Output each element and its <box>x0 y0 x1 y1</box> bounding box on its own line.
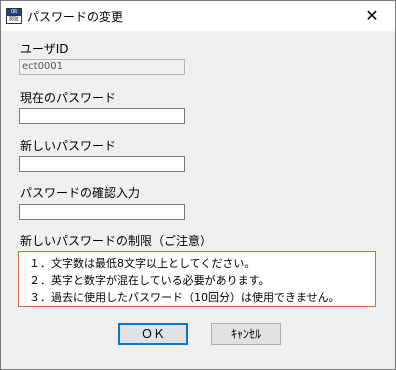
confirm-password-field[interactable] <box>19 204 185 220</box>
app-icon-top-text: QR <box>7 9 21 16</box>
password-change-dialog: QR 認証 パスワードの変更 ✕ ユーザID ect0001 現在のパスワード … <box>0 0 396 370</box>
confirm-password-label: パスワードの確認入力 <box>20 186 141 200</box>
current-password-field[interactable] <box>19 108 185 124</box>
new-password-field[interactable] <box>19 156 185 172</box>
user-id-label: ユーザID <box>20 42 69 56</box>
user-id-field: ect0001 <box>19 59 185 75</box>
rules-heading: 新しいパスワードの制限（ご注意） <box>20 234 213 248</box>
new-password-label: 新しいパスワード <box>20 139 117 153</box>
app-icon-bottom-text: 認証 <box>8 16 19 22</box>
ok-button[interactable]: ＯＫ <box>118 323 188 345</box>
rules-box: １．文字数は最低8文字以上としてください。 ２．英字と数字が混在している必要があ… <box>18 251 376 307</box>
rule-item: ３．過去に使用したパスワード（10回分）は使用できません。 <box>29 291 340 304</box>
rule-item: ２．英字と数字が混在している必要があります。 <box>29 274 270 287</box>
cancel-button[interactable]: ｷｬﾝｾﾙ <box>211 323 281 345</box>
rule-item: １．文字数は最低8文字以上としてください。 <box>29 257 256 270</box>
title-bar[interactable]: QR 認証 パスワードの変更 ✕ <box>1 1 395 31</box>
current-password-label: 現在のパスワード <box>20 91 117 105</box>
app-icon: QR 認証 <box>6 8 22 24</box>
window-title: パスワードの変更 <box>27 10 124 24</box>
close-icon[interactable]: ✕ <box>349 1 395 31</box>
